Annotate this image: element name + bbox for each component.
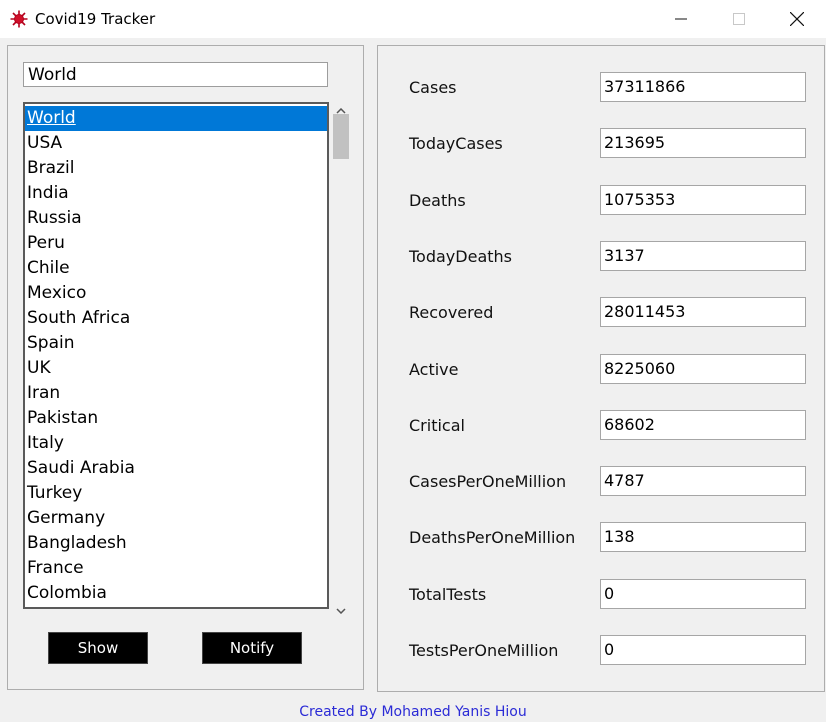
title-bar: Covid19 Tracker [0,0,826,38]
notify-button[interactable]: Notify [202,632,302,664]
stat-label: TodayCases [409,134,503,154]
list-item[interactable]: Colombia [25,581,327,606]
stat-row: TestsPerOneMillion 0 [378,635,824,667]
list-item[interactable]: Italy [25,431,327,456]
stat-label: DeathsPerOneMillion [409,528,576,548]
maximize-button[interactable] [710,0,768,38]
list-item[interactable]: Saudi Arabia [25,456,327,481]
stat-value-field[interactable]: 138 [600,522,806,553]
country-panel: WorldUSABrazilIndiaRussiaPeruChileMexico… [7,45,364,690]
stat-row: TodayCases 213695 [378,128,824,160]
stat-label: TotalTests [409,584,487,604]
stats-panel: Cases 37311866 TodayCases 213695 Deaths 10753… [377,45,825,692]
stat-value-field[interactable]: 68602 [600,409,806,440]
stat-label: Active [409,359,459,379]
minimize-button[interactable] [652,0,710,38]
stat-value-field[interactable]: 8225060 [600,353,806,384]
stat-label: Critical [409,415,465,435]
list-item[interactable]: Peru [25,231,327,256]
list-item[interactable]: Russia [25,206,327,231]
stat-value-field[interactable]: 4787 [600,466,806,497]
virus-icon [10,10,28,28]
list-item[interactable]: South Africa [25,306,327,331]
list-item[interactable]: Germany [25,506,327,531]
close-button[interactable] [768,0,826,38]
stat-row: DeathsPerOneMillion 138 [378,522,824,554]
list-item[interactable]: UK [25,356,327,381]
scroll-down-arrow-icon[interactable] [332,602,349,619]
stat-row: TotalTests 0 [378,578,824,611]
list-scrollbar[interactable] [332,102,349,619]
list-item[interactable]: Pakistan [25,406,327,431]
minimize-icon [675,18,687,20]
close-icon [790,12,804,26]
stat-label: Deaths [409,190,466,210]
stat-row: Active 8225060 [378,353,824,386]
list-item[interactable]: India [25,181,327,206]
stat-label: TestsPerOneMillion [409,641,559,660]
list-item[interactable]: Mexico [25,281,327,306]
list-item[interactable]: Bangladesh [25,531,327,556]
list-item[interactable]: Turkey [25,481,327,506]
window-title: Covid19 Tracker [35,10,156,28]
stat-label: CasesPerOneMillion [409,472,567,492]
stat-value-field[interactable]: 0 [600,578,806,609]
search-input[interactable] [23,62,328,87]
footer-credit: Created By Mohamed Yanis Hiou [299,704,527,720]
list-item[interactable]: Spain [25,331,327,356]
list-item[interactable]: France [25,556,327,581]
stat-label: Cases [409,78,457,97]
stat-value-field[interactable]: 3137 [600,240,806,271]
stat-row: TodayDeaths 3137 [378,240,824,273]
list-item[interactable]: Chile [25,256,327,281]
stat-row: Cases 37311866 [378,72,824,104]
list-item[interactable]: Iran [25,381,327,406]
stat-value-field[interactable]: 213695 [600,128,806,159]
show-button[interactable]: Show [48,632,148,664]
country-listbox[interactable]: World USA Brazil India Russia Peru Chile Mexico… [23,102,329,609]
scroll-thumb[interactable] [333,114,349,159]
stat-value-field[interactable]: 28011453 [600,297,806,328]
stat-row: Deaths 1075353 [378,184,824,217]
stat-value-field[interactable]: 0 [600,635,806,665]
list-item[interactable]: USA [25,131,327,156]
stat-row: CasesPerOneMillion 4787 [378,466,824,498]
stat-value-field[interactable]: 37311866 [600,72,806,102]
list-item[interactable]: World [25,106,327,131]
stat-label: TodayDeaths [409,246,512,266]
stat-row: Recovered 28011453 [378,297,824,329]
stat-label: Recovered [409,303,494,323]
list-item[interactable]: Brazil [25,156,327,181]
stat-value-field[interactable]: 1075353 [600,184,806,215]
stat-row: Critical 68602 [378,409,824,442]
maximize-icon [733,13,745,25]
